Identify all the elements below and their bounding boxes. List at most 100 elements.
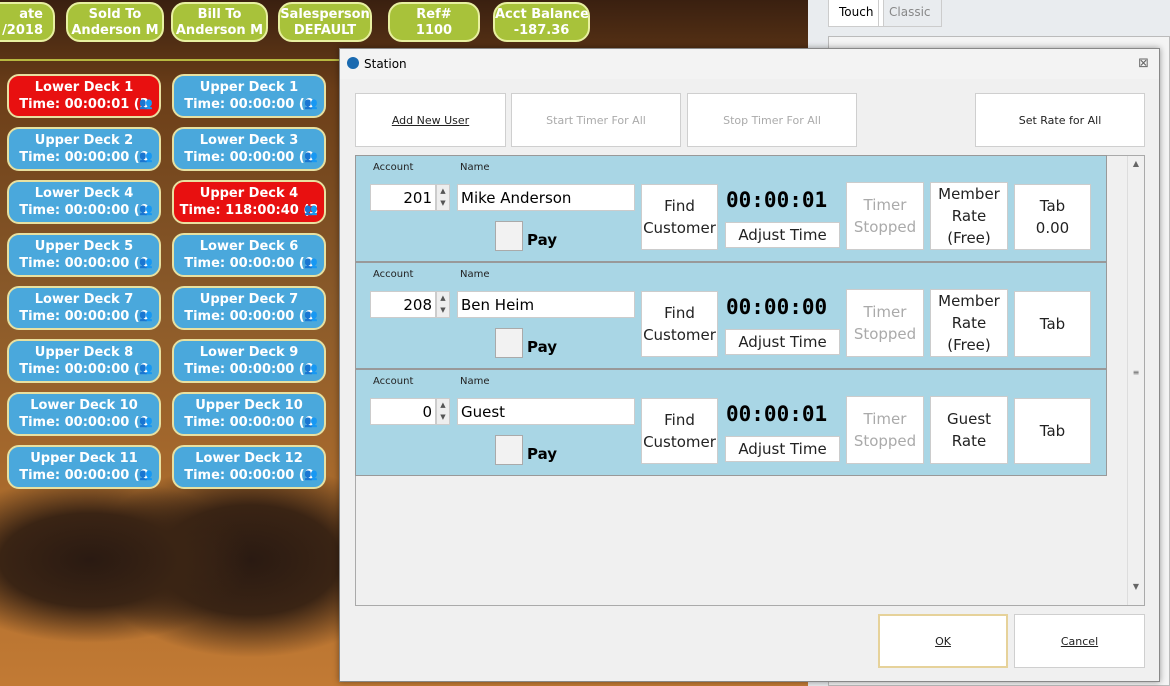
tab-button[interactable]: Tab: [1014, 291, 1091, 357]
user-row: Account Name 0 ▲ ▼ Guest Pay Find Custome…: [355, 369, 1107, 476]
tab-label: Tab: [1039, 197, 1066, 215]
deck-station-button[interactable]: Upper Deck 10 Time: 00:00:00 (0 👥: [172, 392, 326, 436]
deck-time: Time: 00:00:00 (0: [19, 309, 149, 324]
people-icon: 👥: [139, 203, 153, 216]
header-pill[interactable]: Bill To Anderson M: [171, 2, 268, 42]
header-pill[interactable]: Sold To Anderson M: [66, 2, 164, 42]
deck-time: Time: 00:00:00 (0: [19, 468, 149, 483]
account-spinner[interactable]: ▲ ▼: [436, 291, 450, 318]
pill-value: /2018: [2, 23, 43, 38]
deck-station-button[interactable]: Lower Deck 12 Time: 00:00:00 (0 👥: [172, 445, 326, 489]
add-new-user-button[interactable]: Add New User: [355, 93, 506, 147]
rate-button[interactable]: Member Rate (Free): [930, 289, 1008, 357]
name-input[interactable]: Ben Heim: [457, 291, 635, 318]
cancel-button[interactable]: Cancel: [1014, 614, 1145, 668]
pay-label: Pay: [527, 338, 558, 356]
user-row: Account Name 201 ▲ ▼ Mike Anderson Pay Fi…: [355, 155, 1107, 262]
deck-station-button[interactable]: Lower Deck 1 Time: 00:00:01 (3 👥: [7, 74, 161, 118]
adjust-time-button[interactable]: Adjust Time: [725, 436, 840, 462]
pill-value: Anderson M: [175, 23, 264, 38]
account-spinner[interactable]: ▲ ▼: [436, 184, 450, 211]
account-input[interactable]: 0: [370, 398, 436, 425]
deck-name: Lower Deck 7: [34, 292, 134, 307]
pill-value: 1100: [415, 23, 453, 38]
people-icon: 👥: [304, 150, 318, 163]
adjust-time-button[interactable]: Adjust Time: [725, 222, 840, 248]
name-input[interactable]: Mike Anderson: [457, 184, 635, 211]
tab-label: Tab: [1039, 315, 1066, 333]
header-pill[interactable]: Salesperson DEFAULT: [278, 2, 372, 42]
pill-value: DEFAULT: [293, 23, 357, 38]
deck-time: Time: 00:00:00 (0: [184, 362, 314, 377]
deck-time: Time: 00:00:00 (0: [184, 468, 314, 483]
people-icon: 👥: [304, 309, 318, 322]
pay-checkbox[interactable]: [495, 435, 523, 465]
deck-station-button[interactable]: Lower Deck 10 Time: 00:00:00 (0 👥: [7, 392, 161, 436]
stop-timer-all-button[interactable]: Stop Timer For All: [687, 93, 857, 147]
find-customer-button[interactable]: Find Customer: [641, 291, 718, 357]
deck-station-button[interactable]: Upper Deck 8 Time: 00:00:00 (0 👥: [7, 339, 161, 383]
deck-name: Lower Deck 9: [199, 345, 299, 360]
deck-station-button[interactable]: Upper Deck 4 Time: 118:00:40 (3 👥: [172, 180, 326, 224]
ok-button[interactable]: OK: [878, 614, 1008, 668]
name-input[interactable]: Guest: [457, 398, 635, 425]
deck-name: Upper Deck 7: [199, 292, 299, 307]
pill-label: Ref#: [416, 7, 452, 22]
people-icon: 👥: [304, 97, 318, 110]
header-pill[interactable]: Acct Balance -187.36: [493, 2, 590, 42]
deck-name: Upper Deck 2: [34, 133, 134, 148]
tab-button[interactable]: Tab 0.00: [1014, 184, 1091, 250]
deck-station-button[interactable]: Lower Deck 4 Time: 00:00:00 (0 👥: [7, 180, 161, 224]
pay-checkbox[interactable]: [495, 328, 523, 358]
people-icon: 👥: [304, 203, 318, 216]
deck-time: Time: 00:00:01 (3: [19, 97, 149, 112]
pay-checkbox[interactable]: [495, 221, 523, 251]
dialog-titlebar: Station ⊠: [340, 49, 1159, 79]
rate-button[interactable]: Member Rate (Free): [930, 182, 1008, 250]
close-icon[interactable]: ⊠: [1138, 49, 1149, 79]
deck-station-button[interactable]: Upper Deck 5 Time: 00:00:00 (0 👥: [7, 233, 161, 277]
header-pill[interactable]: ate/2018: [0, 2, 55, 42]
deck-time: Time: 00:00:00 (0: [184, 150, 314, 165]
header-pill[interactable]: Ref# 1100: [388, 2, 480, 42]
deck-name: Upper Deck 4: [199, 186, 299, 201]
adjust-time-button[interactable]: Adjust Time: [725, 329, 840, 355]
tab-button[interactable]: Tab: [1014, 398, 1091, 464]
pill-label: Salesperson: [280, 7, 370, 22]
timer-toggle-button[interactable]: Timer Stopped: [846, 182, 924, 250]
account-label: Account: [373, 376, 414, 387]
pill-label: Sold To: [88, 7, 142, 22]
tab-label: Tab: [1039, 422, 1066, 440]
divider: [0, 59, 340, 61]
deck-station-button[interactable]: Upper Deck 11 Time: 00:00:00 (0 👥: [7, 445, 161, 489]
timer-toggle-button[interactable]: Timer Stopped: [846, 396, 924, 464]
deck-station-button[interactable]: Upper Deck 2 Time: 00:00:00 (0 👥: [7, 127, 161, 171]
station-dialog: Station ⊠ Add New User Start Timer For A…: [339, 48, 1160, 682]
scrollbar[interactable]: ▲ ≡ ▼: [1127, 156, 1144, 605]
account-spinner[interactable]: ▲ ▼: [436, 398, 450, 425]
account-input[interactable]: 201: [370, 184, 436, 211]
deck-station-button[interactable]: Lower Deck 9 Time: 00:00:00 (0 👥: [172, 339, 326, 383]
account-input[interactable]: 208: [370, 291, 436, 318]
deck-station-button[interactable]: Upper Deck 7 Time: 00:00:00 (0 👥: [172, 286, 326, 330]
deck-station-button[interactable]: Upper Deck 1 Time: 00:00:00 (0 👥: [172, 74, 326, 118]
deck-time: Time: 118:00:40 (3: [179, 203, 319, 218]
start-timer-all-button[interactable]: Start Timer For All: [511, 93, 681, 147]
deck-name: Lower Deck 1: [34, 80, 134, 95]
set-rate-all-button[interactable]: Set Rate for All: [975, 93, 1145, 147]
deck-name: Upper Deck 11: [30, 451, 138, 466]
tab-classic[interactable]: Classic: [878, 0, 942, 27]
deck-station-button[interactable]: Lower Deck 7 Time: 00:00:00 (0 👥: [7, 286, 161, 330]
deck-time: Time: 00:00:00 (0: [19, 415, 149, 430]
find-customer-button[interactable]: Find Customer: [641, 184, 718, 250]
deck-time: Time: 00:00:00 (0: [184, 415, 314, 430]
deck-station-button[interactable]: Lower Deck 3 Time: 00:00:00 (0 👥: [172, 127, 326, 171]
account-label: Account: [373, 269, 414, 280]
people-icon: 👥: [139, 309, 153, 322]
rate-button[interactable]: Guest Rate: [930, 396, 1008, 464]
pay-label: Pay: [527, 445, 558, 463]
find-customer-button[interactable]: Find Customer: [641, 398, 718, 464]
tab-touch[interactable]: Touch: [828, 0, 885, 27]
deck-station-button[interactable]: Lower Deck 6 Time: 00:00:00 (0 👥: [172, 233, 326, 277]
timer-toggle-button[interactable]: Timer Stopped: [846, 289, 924, 357]
